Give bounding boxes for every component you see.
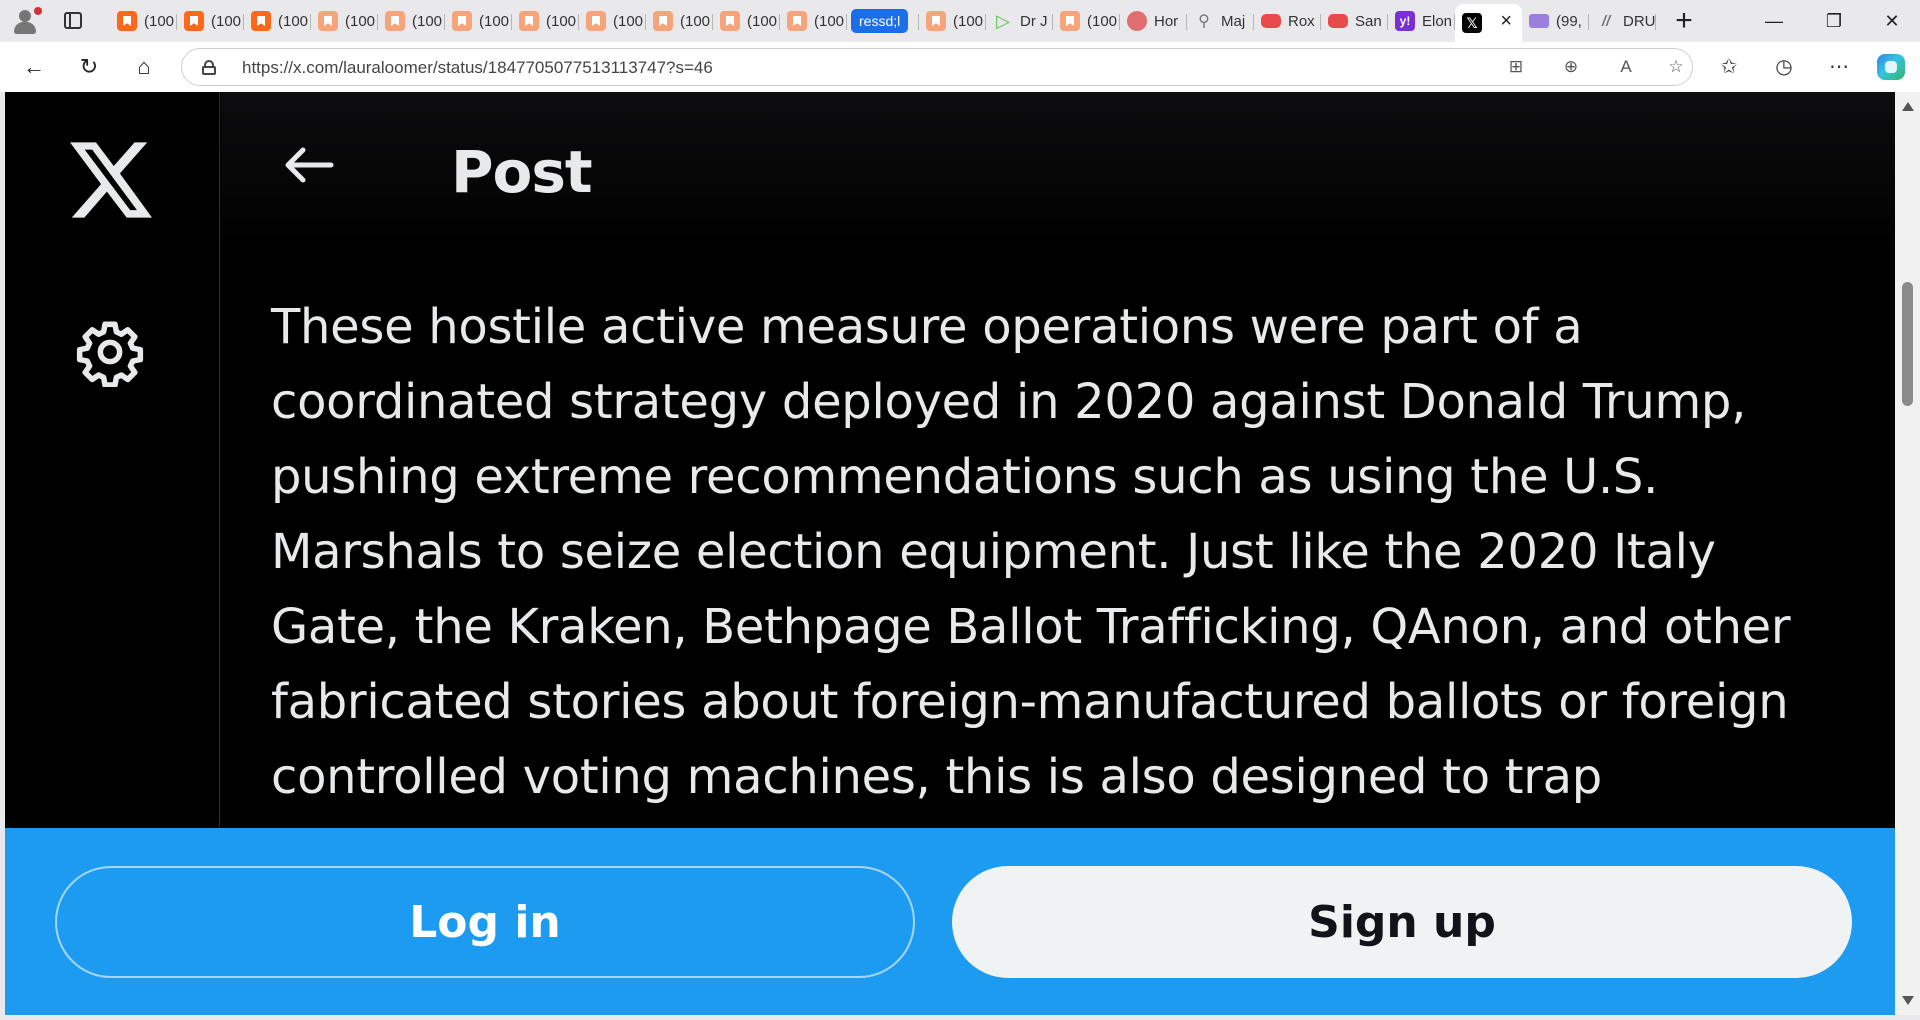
settings-gear-icon[interactable] <box>75 317 145 387</box>
tab[interactable]: (100 <box>1053 4 1120 38</box>
tab[interactable]: (99, <box>1522 4 1589 38</box>
close-window-icon[interactable]: ✕ <box>1864 0 1920 42</box>
scrollbar-thumb[interactable] <box>1902 282 1913 406</box>
tab-list: (100 (100 (100 (100 (100 (100 (100 (100 … <box>110 4 1656 42</box>
back-arrow-icon[interactable] <box>281 145 335 185</box>
search-icon: ⚲ <box>1198 13 1210 30</box>
tab[interactable]: (100 <box>311 4 378 38</box>
lock-icon[interactable] <box>202 60 216 75</box>
tab[interactable]: (100 <box>646 4 713 38</box>
restore-icon[interactable]: ❐ <box>1806 0 1862 42</box>
tab[interactable]: (100 <box>378 4 445 38</box>
browser-toolbar: ← ↻ ⌂ https://x.com/lauraloomer/status/1… <box>0 42 1920 92</box>
copilot-icon[interactable] <box>1877 54 1905 80</box>
login-button[interactable]: Log in <box>55 866 915 978</box>
tab[interactable]: (100 <box>177 4 244 38</box>
close-tab-icon[interactable]: × <box>1500 10 1512 33</box>
tab[interactable]: (100 <box>780 4 847 38</box>
favorite-star-icon[interactable]: ☆ <box>1662 55 1690 79</box>
youtube-icon <box>1328 14 1348 28</box>
post-header: Post <box>221 92 1895 252</box>
dru-icon: // <box>1601 12 1611 30</box>
address-bar[interactable]: https://x.com/lauraloomer/status/1847705… <box>181 48 1693 86</box>
tab-strip: (100 (100 (100 (100 (100 (100 (100 (100 … <box>0 0 1920 42</box>
read-aloud-icon[interactable]: A <box>1612 55 1640 79</box>
play-icon: ▷ <box>996 10 1010 31</box>
new-tab-button[interactable]: + <box>1666 4 1702 38</box>
substack-icon <box>519 11 539 31</box>
refresh-icon[interactable]: ↻ <box>73 52 105 82</box>
x-icon: 𝕏 <box>1462 13 1482 33</box>
tab[interactable]: (100 <box>445 4 512 38</box>
substack-icon <box>653 11 673 31</box>
zoom-icon[interactable]: ⊕ <box>1557 55 1585 79</box>
x-logo-icon[interactable] <box>70 142 152 218</box>
page-title: Post <box>451 138 593 206</box>
tab[interactable]: //DRU <box>1589 4 1656 38</box>
tab[interactable]: (100 <box>713 4 780 38</box>
substack-icon <box>926 11 946 31</box>
tab-active[interactable]: 𝕏 × <box>1455 4 1522 42</box>
tab[interactable]: Hor <box>1120 4 1187 38</box>
scroll-down-icon[interactable] <box>1902 996 1914 1005</box>
tab[interactable]: ressd;l <box>847 4 919 38</box>
login-signup-bar: Log in Sign up <box>5 828 1895 1015</box>
tab-pill-label: ressd;l <box>851 9 909 33</box>
favorites-icon[interactable]: ✩ <box>1712 52 1746 82</box>
tab[interactable]: y! Elon <box>1388 4 1455 38</box>
tab[interactable]: (100 <box>244 4 311 38</box>
substack-icon <box>1060 11 1080 31</box>
tab[interactable]: (100 <box>579 4 646 38</box>
substack-icon <box>586 11 606 31</box>
page-viewport: Post These hostile active measure operat… <box>5 92 1895 1015</box>
yahoo-icon: y! <box>1395 11 1415 31</box>
tab-actions-icon[interactable] <box>62 10 84 32</box>
page-scrollbar[interactable] <box>1895 92 1920 1015</box>
home-icon[interactable]: ⌂ <box>128 52 160 82</box>
tab[interactable]: (100 <box>919 4 986 38</box>
minimize-icon[interactable]: — <box>1746 0 1802 42</box>
left-sidebar <box>5 92 220 827</box>
signup-button[interactable]: Sign up <box>952 866 1852 978</box>
podcast-icon <box>1127 11 1147 31</box>
substack-icon <box>184 11 204 31</box>
substack-icon <box>251 11 271 31</box>
profile-avatar-icon[interactable] <box>10 7 42 35</box>
scroll-up-icon[interactable] <box>1902 102 1914 111</box>
back-icon[interactable]: ← <box>18 52 50 82</box>
url-text[interactable]: https://x.com/lauraloomer/status/1847705… <box>242 58 713 78</box>
substack-icon <box>720 11 740 31</box>
post-body-text: These hostile active measure operations … <box>271 299 1791 805</box>
history-icon[interactable]: ◷ <box>1767 52 1801 82</box>
tab[interactable]: (100 <box>512 4 579 38</box>
substack-icon <box>385 11 405 31</box>
mail-icon <box>1529 14 1549 28</box>
more-icon[interactable]: ⋯ <box>1822 52 1856 82</box>
tab[interactable]: Rox <box>1254 4 1321 38</box>
substack-icon <box>787 11 807 31</box>
youtube-icon <box>1261 14 1281 28</box>
tab[interactable]: (100 <box>110 4 177 38</box>
tab[interactable]: ⚲ Maj <box>1187 4 1254 38</box>
app-available-icon[interactable]: ⊞ <box>1502 55 1530 79</box>
substack-icon <box>117 11 137 31</box>
tab[interactable]: San <box>1321 4 1388 38</box>
substack-icon <box>318 11 338 31</box>
substack-icon <box>452 11 472 31</box>
tab[interactable]: ▷ Dr J <box>986 4 1053 38</box>
